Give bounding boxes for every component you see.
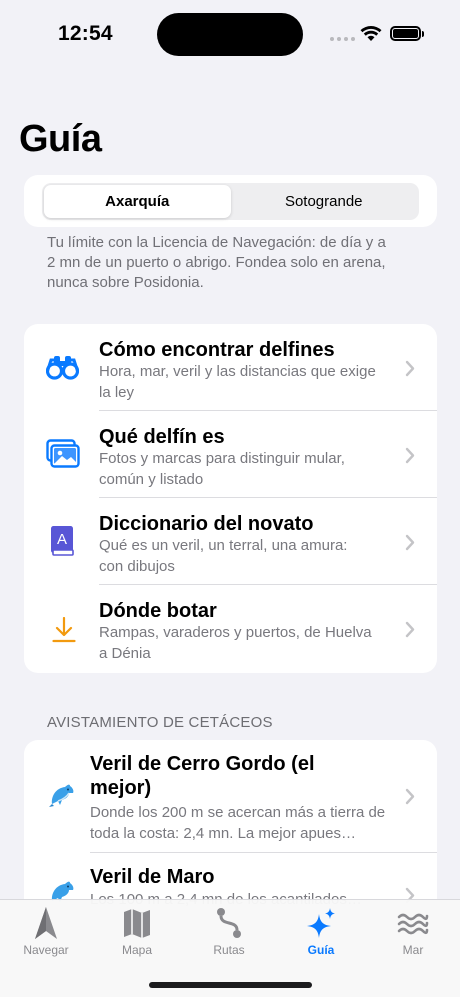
section-header: AVISTAMIENTO DE CETÁCEOS <box>47 714 273 731</box>
tab-label: Rutas <box>213 943 245 957</box>
segment-axarquia[interactable]: Axarquía <box>44 185 231 218</box>
cellular-signal-icon <box>330 37 355 41</box>
tab-navegar[interactable]: Navegar <box>11 906 81 957</box>
list-item-subtitle: Hora, mar, veril y las distancias que ex… <box>99 363 376 401</box>
tab-label: Mar <box>402 943 424 957</box>
list-item-subtitle: Fotos y marcas para distinguir mular, co… <box>99 450 345 488</box>
tab-label: Mapa <box>121 943 153 957</box>
chevron-right-icon <box>405 534 415 551</box>
tab-rutas[interactable]: Rutas <box>194 906 264 957</box>
list-item-donde-botar[interactable]: Dónde botar Rampas, varaderos y puertos,… <box>24 585 437 673</box>
download-arrow-icon <box>52 617 76 643</box>
list-item-cerro-gordo[interactable]: Veril de Cerro Gordo (el mejor) Donde lo… <box>24 740 437 853</box>
list-item-subtitle: Donde los 200 m se acercan más a tierra … <box>90 804 386 842</box>
guide-list: Cómo encontrar delfines Hora, mar, veril… <box>24 324 437 673</box>
dolphin-icon <box>49 784 74 807</box>
list-item-subtitle: Qué es un veril, un terral, una amura: c… <box>99 537 348 575</box>
list-item-que-delfin[interactable]: Qué delfín es Fotos y marcas para distin… <box>24 411 437 498</box>
map-icon <box>124 909 150 938</box>
region-segmented-control: Axarquía Sotogrande <box>42 183 419 220</box>
list-item-diccionario[interactable]: A Diccionario del novato Qué es un veril… <box>24 498 437 585</box>
status-time: 12:54 <box>58 22 113 45</box>
list-item-subtitle: Rampas, varaderos y puertos, de Huelva a… <box>99 624 372 662</box>
tab-guia[interactable]: Guía <box>286 906 356 957</box>
list-item-title: Qué delfín es <box>99 426 225 448</box>
tab-label: Guía <box>307 943 335 957</box>
list-item-title: Veril de Maro <box>90 866 215 888</box>
segment-sotogrande[interactable]: Sotogrande <box>231 185 418 218</box>
list-item-title: Diccionario del novato <box>99 513 314 535</box>
list-item-title: Cómo encontrar delfines <box>99 339 335 361</box>
sighting-list: Veril de Cerro Gordo (el mejor) Donde lo… <box>24 740 437 910</box>
waves-icon <box>397 913 429 935</box>
svg-text:A: A <box>57 531 67 548</box>
photos-icon <box>46 439 80 468</box>
tab-mapa[interactable]: Mapa <box>102 906 172 957</box>
dictionary-book-icon: A <box>51 526 74 556</box>
sparkles-icon <box>307 908 335 938</box>
wifi-icon <box>360 26 382 41</box>
compass-arrow-icon <box>35 907 57 939</box>
chevron-right-icon <box>405 447 415 464</box>
tab-mar[interactable]: Mar <box>378 906 448 957</box>
list-item-title: Veril de Cerro Gordo (el mejor) <box>90 753 315 799</box>
region-selector-card: Axarquía Sotogrande <box>24 175 437 227</box>
license-note: Tu límite con la Licencia de Navegación:… <box>47 234 386 291</box>
chevron-right-icon <box>405 621 415 638</box>
list-item-delfines[interactable]: Cómo encontrar delfines Hora, mar, veril… <box>24 324 437 411</box>
binoculars-icon <box>46 356 79 380</box>
dynamic-island <box>157 13 303 56</box>
status-bar: 12:54 <box>0 0 460 70</box>
battery-icon <box>390 26 424 41</box>
route-icon <box>217 908 241 938</box>
chevron-right-icon <box>405 360 415 377</box>
tab-label: Navegar <box>23 943 69 957</box>
home-indicator <box>149 982 312 988</box>
list-item-title: Dónde botar <box>99 600 217 622</box>
page-title: Guía <box>19 118 102 160</box>
chevron-right-icon <box>405 788 415 805</box>
